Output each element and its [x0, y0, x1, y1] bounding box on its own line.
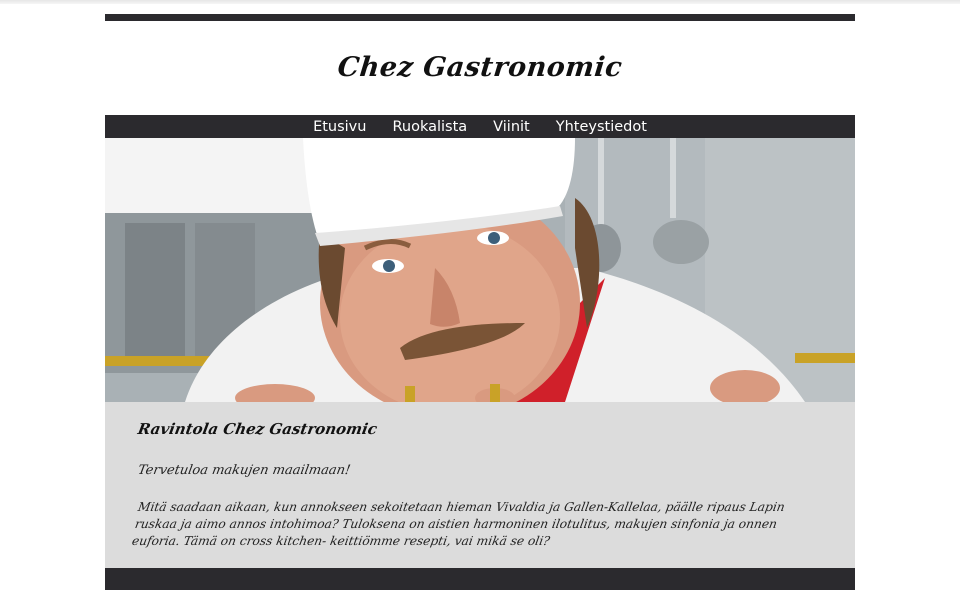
- footer-bar: [105, 568, 855, 590]
- page-container: Chez Gastronomic Etusivu Ruokalista Viin…: [105, 14, 855, 590]
- browser-top-edge: [0, 0, 960, 4]
- intro-title: Ravintola Chez Gastronomic: [136, 420, 379, 438]
- header-top-bar: [105, 14, 855, 21]
- main-nav: Etusivu Ruokalista Viinit Yhteystiedot: [105, 115, 855, 138]
- nav-item-etusivu[interactable]: Etusivu: [313, 119, 366, 135]
- nav-item-yhteystiedot[interactable]: Yhteystiedot: [556, 119, 647, 135]
- nav-item-ruokalista[interactable]: Ruokalista: [392, 119, 467, 135]
- intro-subtitle: Tervetuloa makujen maailmaan!: [136, 463, 352, 478]
- nav-item-viinit[interactable]: Viinit: [493, 119, 530, 135]
- intro-body-text: Mitä saadaan aikaan, kun annokseen sekoi…: [130, 500, 786, 548]
- intro-section: Ravintola Chez Gastronomic Tervetuloa ma…: [105, 402, 855, 568]
- hero-chef-image: [105, 138, 855, 402]
- site-title: Chez Gastronomic: [336, 52, 624, 83]
